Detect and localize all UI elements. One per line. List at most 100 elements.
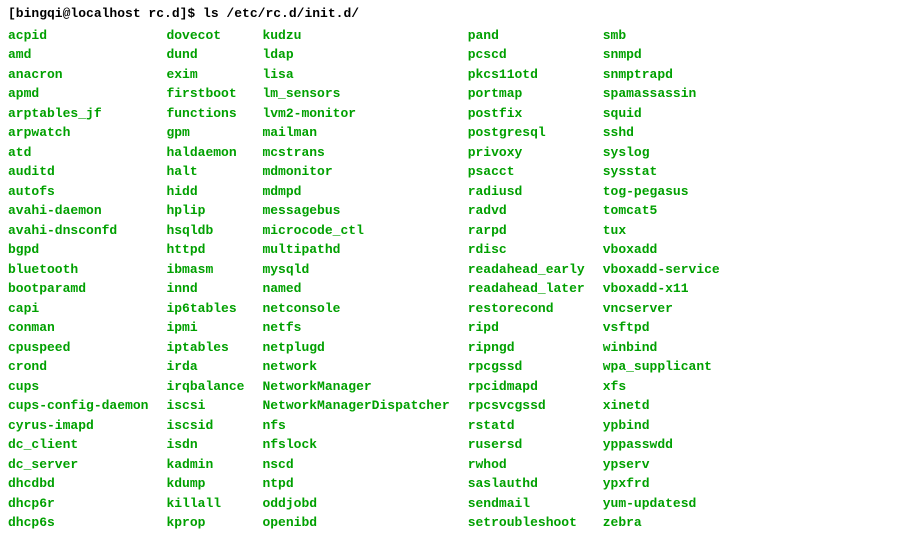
file-entry: rarpd	[468, 221, 585, 241]
file-entry: dhcdbd	[8, 474, 148, 494]
file-entry: spamassassin	[603, 84, 720, 104]
file-entry: tog-pegasus	[603, 182, 720, 202]
ls-column-1: dovecotdundeximfirstbootfunctionsgpmhald…	[166, 26, 244, 533]
file-entry: ip6tables	[166, 299, 244, 319]
file-entry: kadmin	[166, 455, 244, 475]
file-entry: syslog	[603, 143, 720, 163]
file-entry: auditd	[8, 162, 148, 182]
file-entry: rdisc	[468, 240, 585, 260]
file-entry: squid	[603, 104, 720, 124]
file-entry: vboxadd-x11	[603, 279, 720, 299]
file-entry: ibmasm	[166, 260, 244, 280]
file-entry: iscsid	[166, 416, 244, 436]
file-entry: dc_server	[8, 455, 148, 475]
file-entry: rpcidmapd	[468, 377, 585, 397]
file-entry: ripd	[468, 318, 585, 338]
file-entry: vsftpd	[603, 318, 720, 338]
file-entry: ypxfrd	[603, 474, 720, 494]
file-entry: nscd	[262, 455, 449, 475]
file-entry: rwhod	[468, 455, 585, 475]
file-entry: bootparamd	[8, 279, 148, 299]
file-entry: nfslock	[262, 435, 449, 455]
file-entry: httpd	[166, 240, 244, 260]
file-entry: dovecot	[166, 26, 244, 46]
file-entry: NetworkManagerDispatcher	[262, 396, 449, 416]
file-entry: kdump	[166, 474, 244, 494]
file-entry: anacron	[8, 65, 148, 85]
file-entry: ripngd	[468, 338, 585, 358]
file-entry: iscsi	[166, 396, 244, 416]
file-entry: privoxy	[468, 143, 585, 163]
file-entry: ypbind	[603, 416, 720, 436]
file-entry: rpcsvcgssd	[468, 396, 585, 416]
file-entry: vboxadd-service	[603, 260, 720, 280]
file-entry: saslauthd	[468, 474, 585, 494]
file-entry: capi	[8, 299, 148, 319]
file-entry: arpwatch	[8, 123, 148, 143]
file-entry: autofs	[8, 182, 148, 202]
file-entry: postfix	[468, 104, 585, 124]
file-entry: network	[262, 357, 449, 377]
file-entry: dund	[166, 45, 244, 65]
file-entry: portmap	[468, 84, 585, 104]
file-entry: exim	[166, 65, 244, 85]
file-entry: vboxadd	[603, 240, 720, 260]
file-entry: multipathd	[262, 240, 449, 260]
file-entry: pand	[468, 26, 585, 46]
file-entry: snmpd	[603, 45, 720, 65]
file-entry: apmd	[8, 84, 148, 104]
file-entry: iptables	[166, 338, 244, 358]
file-entry: amd	[8, 45, 148, 65]
file-entry: xfs	[603, 377, 720, 397]
file-entry: ldap	[262, 45, 449, 65]
shell-prompt-line: [bingqi@localhost rc.d]$ ls /etc/rc.d/in…	[8, 4, 906, 24]
file-entry: pcscd	[468, 45, 585, 65]
file-entry: lvm2-monitor	[262, 104, 449, 124]
file-entry: sshd	[603, 123, 720, 143]
file-entry: messagebus	[262, 201, 449, 221]
file-entry: setroubleshoot	[468, 513, 585, 533]
file-entry: vncserver	[603, 299, 720, 319]
file-entry: arptables_jf	[8, 104, 148, 124]
file-entry: pkcs11otd	[468, 65, 585, 85]
file-entry: bluetooth	[8, 260, 148, 280]
file-entry: mdmonitor	[262, 162, 449, 182]
file-entry: radiusd	[468, 182, 585, 202]
file-entry: acpid	[8, 26, 148, 46]
file-entry: kprop	[166, 513, 244, 533]
file-entry: dhcp6r	[8, 494, 148, 514]
file-entry: irda	[166, 357, 244, 377]
file-entry: wpa_supplicant	[603, 357, 720, 377]
file-entry: sysstat	[603, 162, 720, 182]
file-entry: atd	[8, 143, 148, 163]
file-entry: microcode_ctl	[262, 221, 449, 241]
file-entry: hidd	[166, 182, 244, 202]
file-entry: tomcat5	[603, 201, 720, 221]
ls-column-3: pandpcscdpkcs11otdportmappostfixpostgres…	[468, 26, 585, 533]
file-entry: hsqldb	[166, 221, 244, 241]
file-entry: yum-updatesd	[603, 494, 720, 514]
file-entry: haldaemon	[166, 143, 244, 163]
file-entry: sendmail	[468, 494, 585, 514]
file-entry: readahead_early	[468, 260, 585, 280]
file-entry: nfs	[262, 416, 449, 436]
file-entry: hplip	[166, 201, 244, 221]
file-entry: openibd	[262, 513, 449, 533]
file-entry: lm_sensors	[262, 84, 449, 104]
file-entry: NetworkManager	[262, 377, 449, 397]
file-entry: snmptrapd	[603, 65, 720, 85]
file-entry: oddjobd	[262, 494, 449, 514]
file-entry: bgpd	[8, 240, 148, 260]
file-entry: irqbalance	[166, 377, 244, 397]
file-entry: killall	[166, 494, 244, 514]
file-entry: cyrus-imapd	[8, 416, 148, 436]
file-entry: mdmpd	[262, 182, 449, 202]
file-entry: ntpd	[262, 474, 449, 494]
file-entry: yppasswdd	[603, 435, 720, 455]
file-entry: radvd	[468, 201, 585, 221]
file-entry: netplugd	[262, 338, 449, 358]
file-entry: dc_client	[8, 435, 148, 455]
shell-prompt: [bingqi@localhost rc.d]$ ls /etc/rc.d/in…	[8, 6, 359, 21]
file-entry: winbind	[603, 338, 720, 358]
file-entry: cpuspeed	[8, 338, 148, 358]
